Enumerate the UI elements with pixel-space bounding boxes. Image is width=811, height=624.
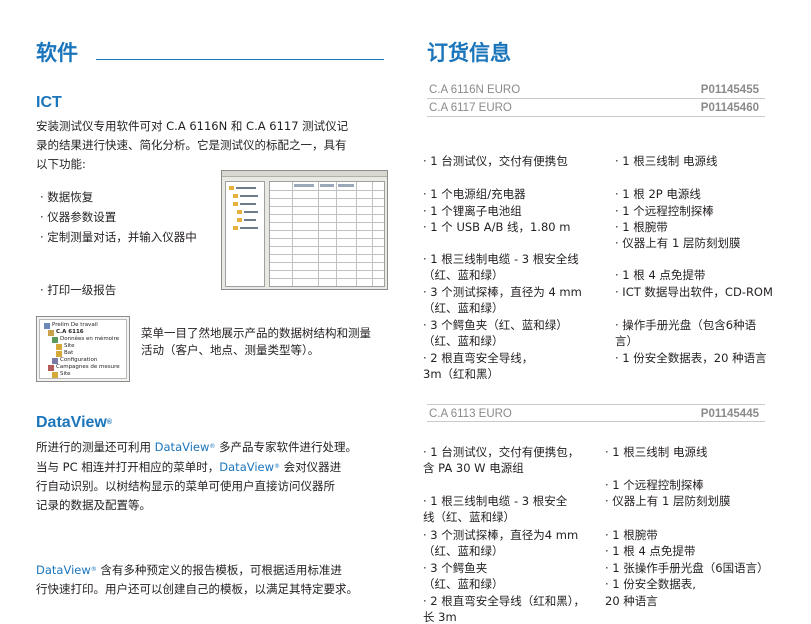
order-row: C.A 6117 EURO P01145460 xyxy=(427,99,765,117)
dataview-heading: DataView® xyxy=(36,414,113,431)
included-item: · 1 份安全数据表, xyxy=(605,577,696,591)
product-code: P01145460 xyxy=(700,102,759,114)
ordering-section-title: 订货信息 xyxy=(427,41,511,65)
order-row: C.A 6116N EURO P01145455 xyxy=(427,81,765,99)
included-item: 言） xyxy=(615,334,638,348)
tree-item: Campagnes de mesure xyxy=(56,364,120,370)
included-item: （红、蓝和绿） xyxy=(423,577,504,591)
included-item: （红、蓝和绿） xyxy=(423,544,504,558)
included-item: · 仪器上有 1 层防刻划膜 xyxy=(615,236,741,250)
included-item: （红、蓝和绿） xyxy=(423,301,504,315)
tree-item: C.A 6116 xyxy=(56,329,84,335)
para-line: 记录的数据及配置等。 xyxy=(36,498,151,512)
feature-item: · 定制测量对话，并输入仪器中 xyxy=(40,230,197,244)
para-line: DataView® 含有多种预定义的报告模板，可根据适用标准进 xyxy=(36,563,342,577)
ict-line: 安装测试仪专用软件可对 C.A 6116N 和 C.A 6117 测试仪记 xyxy=(36,119,349,133)
dataview-tree-screenshot: Prelim De travail C.A 6116 Données en mé… xyxy=(36,316,130,382)
para-line: 所进行的测量还可利用 DataView® 多产品专家软件进行处理。 xyxy=(36,440,358,454)
included-item: · 1 个电源组/充电器 xyxy=(423,187,526,201)
software-section-title: 软件 xyxy=(36,41,78,65)
included-item: · 2 根直弯安全导线， xyxy=(423,351,534,365)
included-item: · 1 台测试仪，交付有便携包， xyxy=(423,445,580,459)
ict-line: 录的结果进行快速、简化分析。它是测试仪的标配之一，具有 xyxy=(36,138,347,152)
tree-menu: Prelim De travail C.A 6116 Données en mé… xyxy=(39,319,127,379)
included-item: · 1 根腕带 xyxy=(605,528,658,542)
included-item: · 3 个测试探棒，直径为 4 mm xyxy=(423,285,582,299)
para-line: 行自动识别。以树结构显示的菜单可使用户直接访问仪器所 xyxy=(36,479,335,493)
product-name: C.A 6117 EURO xyxy=(429,102,512,114)
included-item: · 1 台测试仪，交付有便携包 xyxy=(423,154,568,168)
included-item: （红、蓝和绿） xyxy=(423,334,504,348)
included-item: · 1 个远程控制探棒 xyxy=(615,204,714,218)
tree-item: Prelim De travail xyxy=(52,322,98,328)
included-item: · 1 根三线制 电源线 xyxy=(605,445,708,459)
included-item: · 2 根直弯安全导线（红和黑）， xyxy=(423,594,586,608)
included-item: · 3 个测试探棒，直径为4 mm xyxy=(423,528,579,542)
included-item: · 仪器上有 1 层防刻划膜 xyxy=(605,494,731,508)
para-line: 行快速打印。用户还可以创建自己的模板，以满足其特定要求。 xyxy=(36,582,358,596)
caption-line: 菜单一目了然地展示产品的数据树结构和测量 xyxy=(141,326,371,340)
included-item: · 1 份安全数据表，20 种语言 xyxy=(615,351,767,365)
product-name: C.A 6113 EURO xyxy=(429,408,512,420)
tree-item: Données en mémoire xyxy=(60,336,120,342)
included-item: · 1 根 4 点免提带 xyxy=(605,544,696,558)
dataview-paragraph-1: 所进行的测量还可利用 DataView® 多产品专家软件进行处理。 当与 PC … xyxy=(36,437,386,515)
feature-item: · 数据恢复 xyxy=(40,190,94,204)
tree-item: Configuration xyxy=(60,357,98,363)
included-item: · 1 个锂离子电池组 xyxy=(423,204,522,218)
ict-description: 安装测试仪专用软件可对 C.A 6116N 和 C.A 6117 测试仪记 录的… xyxy=(36,117,381,174)
window-titlebar xyxy=(222,171,387,177)
feature-item: · 打印一级报告 xyxy=(40,283,117,297)
ict-heading: ICT xyxy=(36,94,62,111)
data-grid xyxy=(269,181,385,287)
para-line: 当与 PC 相连并打开相应的菜单时，DataView® 会对仪器进 xyxy=(36,460,342,474)
section-divider xyxy=(96,59,384,60)
product-code: P01145445 xyxy=(700,408,759,420)
included-item: · 1 个远程控制探棒 xyxy=(605,478,704,492)
included-item: · 1 个 USB A/B 线，1.80 m xyxy=(423,220,571,234)
included-item: · 1 根腕带 xyxy=(615,220,668,234)
included-item: · 1 根三线制电缆 - 3 根安全线 xyxy=(423,252,579,266)
included-item: · 3 个鳄鱼夹 xyxy=(423,561,488,575)
included-item: 3m（红和黑） xyxy=(423,367,500,381)
included-item: · 1 张操作手册光盘（6国语言） xyxy=(605,561,769,575)
included-item: · 1 根三线制 电源线 xyxy=(615,154,718,168)
ict-software-screenshot xyxy=(221,170,388,290)
included-item: 长 3m xyxy=(423,610,457,624)
product-code: P01145455 xyxy=(700,84,759,96)
included-item: · 3 个鳄鱼夹（红、蓝和绿） xyxy=(423,318,568,332)
included-item: · 操作手册光盘（包含6种语 xyxy=(615,318,757,332)
order-row: C.A 6113 EURO P01145445 xyxy=(427,404,765,422)
included-item: · ICT 数据导出软件，CD-ROM xyxy=(615,285,773,299)
tree-item: Site xyxy=(64,343,75,349)
caption-line: 活动（客户、地点、测量类型等）。 xyxy=(141,343,320,357)
included-item: 20 种语言 xyxy=(605,594,658,608)
tree-pane xyxy=(225,181,265,287)
menu-caption: 菜单一目了然地展示产品的数据树结构和测量 活动（客户、地点、测量类型等）。 xyxy=(141,325,381,359)
included-item: （红、蓝和绿） xyxy=(423,268,504,282)
included-item: 线（红、蓝和绿） xyxy=(423,510,515,524)
product-name: C.A 6116N EURO xyxy=(429,84,521,96)
included-item: 含 PA 30 W 电源组 xyxy=(423,461,524,475)
included-item: · 1 根三线制电缆 - 3 根安全 xyxy=(423,494,568,508)
included-item: · 1 根 2P 电源线 xyxy=(615,187,701,201)
included-item: · 1 根 4 点免提带 xyxy=(615,268,706,282)
feature-item: · 仪器参数设置 xyxy=(40,210,117,224)
tree-item: Site xyxy=(60,371,71,377)
dataview-paragraph-2: DataView® 含有多种预定义的报告模板，可根据适用标准进 行快速打印。用户… xyxy=(36,560,386,599)
tree-item: Bat xyxy=(64,350,74,356)
